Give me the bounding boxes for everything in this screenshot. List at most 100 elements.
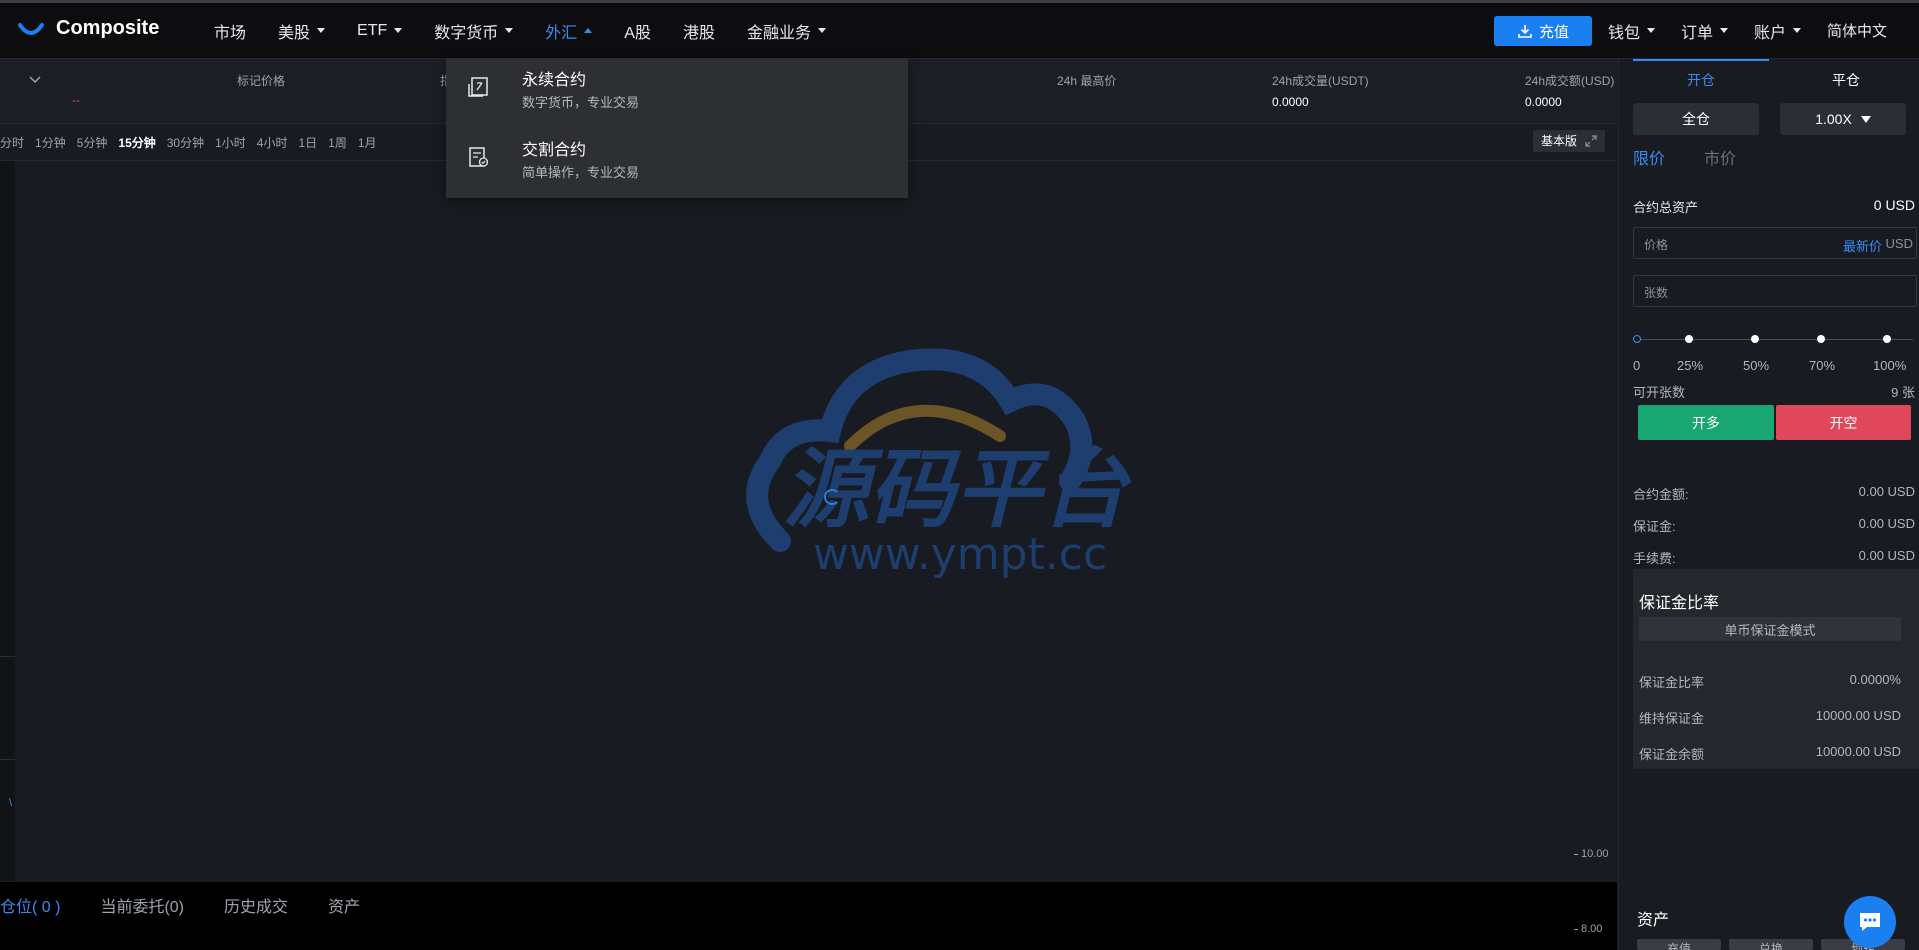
slider-stop[interactable] [1685, 335, 1693, 343]
tab-positions[interactable]: 仓位( 0 ) [0, 893, 60, 917]
tab-open-position[interactable]: 开仓 [1687, 70, 1715, 90]
chart-side-marker: \ [9, 797, 13, 809]
menu-item-wallet[interactable]: 钱包 [1608, 19, 1656, 43]
slider-mark: 50% [1743, 358, 1770, 373]
chart-mode-button[interactable]: 基本版 [1533, 130, 1606, 152]
kline-chart[interactable]: \ 源码平台 www.ympt.cc 10.00 [0, 161, 1617, 881]
slider-mark: 70% [1809, 358, 1836, 373]
chart-left-strip [0, 161, 15, 881]
volume-usd-label: 24h成交额(USD) [1525, 74, 1615, 88]
timeframe-option[interactable]: 1小时 [215, 134, 246, 151]
tab-assets[interactable]: 资产 [328, 893, 360, 917]
delivery-icon [469, 147, 489, 167]
price-input[interactable]: 价格 最新价 USD [1633, 227, 1917, 259]
timeframe-option-active[interactable]: 15分钟 [118, 134, 155, 151]
menu-item-etf[interactable]: ETF [357, 22, 403, 40]
open-long-button[interactable]: 开多 [1638, 405, 1774, 440]
menu-item-a-shares[interactable]: A股 [624, 19, 651, 43]
dropdown-item-subtitle: 简单操作，专业交易 [522, 165, 640, 180]
tab-trade-history[interactable]: 历史成交 [224, 893, 288, 917]
chat-icon [1860, 913, 1880, 931]
download-icon [1518, 25, 1532, 38]
chevron-up-icon [584, 28, 593, 33]
quantity-input[interactable]: 张数 [1633, 275, 1917, 307]
single-margin-mode-button[interactable]: 单币保证金模式 [1639, 617, 1901, 641]
dropdown-item-delivery[interactable]: 交割合约 简单操作，专业交易 [468, 136, 888, 186]
timeframe-option[interactable]: 分时 [0, 134, 24, 151]
tab-open-orders[interactable]: 当前委托(0) [100, 893, 184, 917]
high-24h-label: 24h 最高价 [1057, 74, 1117, 88]
caret-down-icon [1860, 115, 1871, 123]
margin-balance-row: 保证金余额 10000.00 USD [1639, 744, 1901, 762]
chevron-down-icon [1720, 28, 1729, 33]
strip-divider [0, 656, 15, 657]
menu-item-us-stocks[interactable]: 美股 [278, 19, 326, 43]
slider-mark: 0 [1633, 358, 1641, 373]
chevron-down-icon [1793, 28, 1802, 33]
latest-price-button[interactable]: 最新价 [1843, 236, 1882, 255]
chat-support-button[interactable] [1844, 896, 1896, 948]
tab-close-position[interactable]: 平仓 [1832, 70, 1860, 90]
timeframe-option[interactable]: 30分钟 [167, 134, 204, 151]
assets-title: 资产 [1637, 912, 1670, 929]
asset-exchange-button[interactable]: 兑换 [1729, 939, 1813, 950]
contract-icon [468, 77, 488, 97]
menu-item-orders[interactable]: 订单 [1681, 19, 1729, 43]
total-assets-row: 合约总资产 0 USD [1633, 197, 1915, 216]
brand-logo[interactable]: Composite [18, 17, 159, 40]
slider-mark: 100% [1873, 358, 1907, 373]
slider-handle[interactable] [1633, 335, 1641, 343]
expand-icon[interactable] [1585, 135, 1597, 147]
slider-stop[interactable] [1817, 335, 1825, 343]
price-unit: USD [1885, 236, 1913, 251]
timeframe-option[interactable]: 4小时 [257, 134, 288, 151]
margin-row: 保证金: 0.00 USD [1633, 516, 1915, 534]
volume-usdt-label: 24h成交量(USDT) [1272, 74, 1369, 88]
timeframe-option[interactable]: 1分钟 [35, 134, 66, 151]
slider-mark: 25% [1677, 358, 1704, 373]
mark-price-label: 标记价格 [237, 74, 286, 88]
open-short-button[interactable]: 开空 [1776, 405, 1911, 440]
margin-mode-select[interactable]: 全仓 [1633, 103, 1759, 135]
logo-icon [18, 22, 44, 35]
margin-ratio-card: 保证金比率 单币保证金模式 保证金比率 0.0000% 维持保证金 10000.… [1633, 569, 1919, 769]
volume-usd-value: 0.0000 [1525, 95, 1562, 109]
slider-stop[interactable] [1751, 335, 1759, 343]
slider-stop[interactable] [1883, 335, 1891, 343]
openable-label: 可开张数 [1633, 385, 1686, 400]
menu-item-finance[interactable]: 金融业务 [747, 19, 826, 43]
order-type-market[interactable]: 市价 [1704, 145, 1736, 169]
top-navbar: Composite 市场 美股 ETF 数字货币 外汇 A股 港股 金融业务 充… [0, 3, 1919, 59]
timeframe-option[interactable]: 5分钟 [77, 134, 108, 151]
chevron-down-icon [505, 28, 514, 33]
volume-usdt-value: 0.0000 [1272, 95, 1309, 109]
timeframe-option[interactable]: 1月 [358, 134, 377, 151]
forex-dropdown-menu: 永续合约 数字货币，专业交易 交割合约 简单操作，专业交易 [446, 58, 908, 198]
loading-spinner-icon [824, 489, 840, 505]
language-selector[interactable]: 简体中文 [1827, 20, 1887, 41]
total-assets-value: 0 USD [1873, 197, 1915, 213]
deposit-button[interactable]: 充值 [1494, 16, 1592, 46]
watermark-url: www.ympt.cc [813, 529, 1107, 580]
menu-item-forex[interactable]: 外汇 [545, 19, 593, 43]
menu-item-crypto[interactable]: 数字货币 [434, 19, 514, 43]
menu-item-account[interactable]: 账户 [1754, 19, 1802, 43]
chevron-down-icon [394, 28, 403, 33]
order-type-limit[interactable]: 限价 [1633, 145, 1665, 169]
chevron-down-icon[interactable] [28, 73, 42, 87]
amount-slider-track[interactable] [1635, 339, 1913, 340]
dropdown-item-perpetual[interactable]: 永续合约 数字货币，专业交易 [468, 66, 888, 116]
price-axis-tick: 8.00 [1574, 923, 1602, 935]
menu-item-hk-stocks[interactable]: 港股 [683, 19, 715, 43]
strip-divider [0, 759, 15, 760]
price-axis-tick: 10.00 [1574, 848, 1609, 860]
margin-ratio-row: 保证金比率 0.0000% [1639, 672, 1901, 690]
timeframe-option[interactable]: 1日 [298, 134, 317, 151]
maintenance-margin-row: 维持保证金 10000.00 USD [1639, 708, 1901, 726]
timeframe-option[interactable]: 1周 [328, 134, 347, 151]
tab-underline [1633, 59, 1769, 61]
menu-item-market[interactable]: 市场 [214, 19, 246, 43]
asset-deposit-button[interactable]: 充值 [1637, 939, 1721, 950]
leverage-select[interactable]: 1.00X [1780, 103, 1906, 135]
price-placeholder: 价格 [1644, 238, 1669, 252]
